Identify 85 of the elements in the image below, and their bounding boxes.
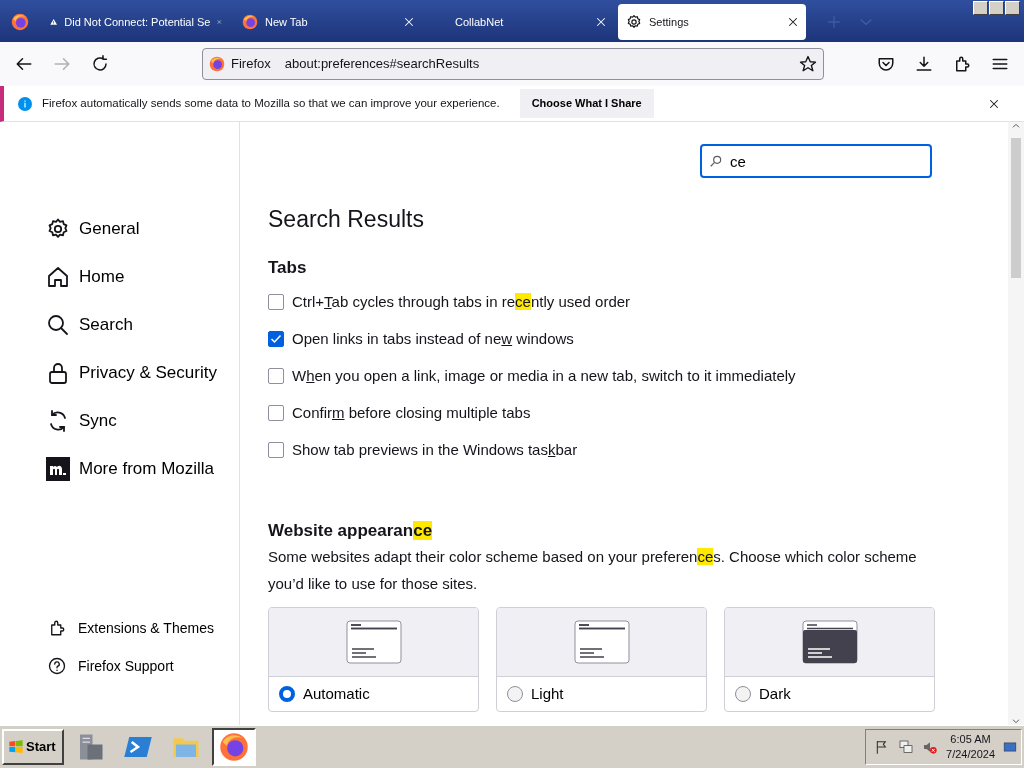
- info-icon: [18, 96, 32, 111]
- home-icon: [46, 265, 70, 289]
- close-button[interactable]: [1005, 1, 1020, 15]
- choose-what-i-share-button[interactable]: Choose What I Share: [519, 89, 654, 118]
- radio-button[interactable]: [735, 686, 751, 703]
- browser-tab[interactable]: CollabNet: [426, 4, 614, 40]
- light-page-preview-icon: [573, 620, 630, 665]
- scrollbar[interactable]: [1008, 122, 1024, 725]
- identity-label: Firefox: [231, 55, 271, 74]
- category-item[interactable]: Search: [46, 301, 239, 349]
- taskbar-app-button[interactable]: [211, 728, 256, 766]
- category-item[interactable]: More from Mozilla: [46, 445, 239, 493]
- close-icon: [989, 98, 999, 109]
- checkbox[interactable]: [268, 442, 284, 459]
- reload-icon: [91, 55, 109, 73]
- firefox-logo-icon: [242, 14, 258, 30]
- scrollbar-thumb[interactable]: [1011, 138, 1021, 278]
- browser-tab[interactable]: New Tab: [234, 4, 422, 40]
- checkbox-label: Open links in tabs instead of new windows: [292, 329, 574, 350]
- radio-label: Light: [531, 684, 564, 705]
- category-item[interactable]: Privacy & Security: [46, 349, 239, 397]
- start-button[interactable]: Start: [2, 729, 64, 765]
- dark-page-preview-icon: [801, 620, 858, 665]
- close-icon: [788, 17, 798, 27]
- pocket-icon: [877, 55, 895, 73]
- section-heading: Website appearance: [268, 521, 434, 542]
- help-icon: [48, 657, 66, 675]
- arrow-left-icon: [15, 55, 33, 73]
- show-desktop-icon[interactable]: [1003, 740, 1017, 754]
- clock-time[interactable]: 6:05 AM: [946, 732, 995, 747]
- close-icon: [217, 17, 222, 27]
- category-item[interactable]: General: [46, 205, 239, 253]
- close-icon: [596, 17, 606, 27]
- checkbox-label: Confirm before closing multiple tabs: [292, 403, 531, 424]
- settings-icon: [626, 14, 642, 30]
- checkbox-label: Show tab previews in the Windows taskbar: [292, 440, 578, 461]
- settings-icon: [46, 217, 70, 241]
- checkbox[interactable]: [268, 331, 284, 348]
- plus-icon: [827, 15, 841, 29]
- clock-date[interactable]: 7/24/2024: [946, 747, 995, 762]
- chevron-up-icon: [1012, 122, 1020, 130]
- color-scheme-card[interactable]: Dark: [724, 607, 935, 713]
- browser-tab[interactable]: Settings: [618, 4, 806, 40]
- checkmark-icon: [270, 333, 282, 346]
- close-icon: [404, 17, 414, 27]
- radio-label: Dark: [759, 684, 791, 705]
- mozilla-logo-icon: [46, 457, 70, 481]
- address-bar[interactable]: Firefox about:preferences#searchResults: [202, 48, 824, 80]
- url-text: about:preferences#searchResults: [284, 55, 481, 74]
- search-icon: [709, 154, 723, 168]
- windows-logo-icon: [8, 739, 24, 755]
- network-icon[interactable]: [898, 739, 915, 755]
- minimize-button[interactable]: [973, 1, 988, 15]
- firefox-logo-icon: [11, 13, 29, 31]
- color-scheme-card[interactable]: Automatic: [268, 607, 479, 713]
- arrow-right-icon: [53, 55, 71, 73]
- radio-label: Automatic: [303, 684, 370, 705]
- color-scheme-card[interactable]: Light: [496, 607, 707, 713]
- puzzle-icon: [953, 55, 971, 73]
- restore-button[interactable]: [989, 1, 1004, 15]
- firefox-logo-icon: [218, 732, 249, 762]
- category-item[interactable]: Home: [46, 253, 239, 301]
- category-item[interactable]: Sync: [46, 397, 239, 445]
- section-heading: Tabs: [268, 257, 308, 278]
- sidebar-link[interactable]: Firefox Support: [48, 647, 239, 685]
- notification-message: Firefox automatically sends some data to Mozilla so that we can improve your experience.: [42, 95, 500, 111]
- chevron-down-icon: [1012, 717, 1020, 725]
- search-field[interactable]: ce: [700, 144, 932, 178]
- puzzle-icon: [48, 619, 66, 637]
- star-icon: [799, 55, 817, 73]
- checkbox[interactable]: [268, 368, 284, 385]
- checkbox[interactable]: [268, 405, 284, 422]
- sidebar-link[interactable]: Extensions & Themes: [48, 609, 239, 647]
- radio-button[interactable]: [279, 686, 295, 703]
- lock-icon: [46, 361, 70, 385]
- section-description: Some websites adapt their color scheme based on your preferences. Choose which color scheme you’d like to use for those sites.: [268, 547, 918, 595]
- checkbox[interactable]: [268, 294, 284, 311]
- checkbox-label: When you open a link, image or media in a new tab, switch to it immediately: [292, 366, 796, 387]
- light-page-preview-icon: [345, 620, 402, 665]
- download-icon: [915, 55, 933, 73]
- browser-tab[interactable]: Did Not Connect: Potential Se: [42, 4, 230, 40]
- search-icon: [46, 313, 70, 337]
- radio-button[interactable]: [507, 686, 523, 703]
- page-heading: Search Results: [268, 206, 425, 234]
- firefox-logo-icon: [209, 56, 225, 72]
